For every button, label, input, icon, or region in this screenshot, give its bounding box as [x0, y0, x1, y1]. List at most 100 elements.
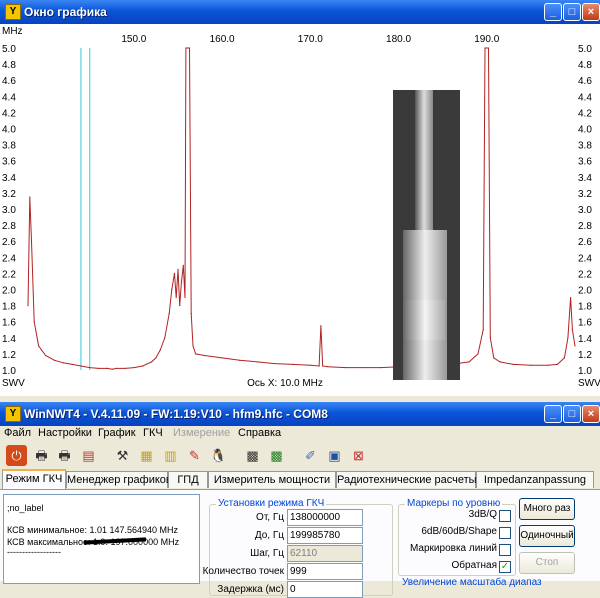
- swr-point: [221, 357, 223, 359]
- opt-3db-label: 3dB/Q: [468, 509, 497, 520]
- y-tick-right: 4.4: [578, 92, 592, 103]
- minimize-button[interactable]: _: [544, 3, 562, 21]
- y-tick-left: 2.6: [2, 237, 16, 248]
- to-input[interactable]: 199985780: [287, 527, 363, 544]
- edit-icon[interactable]: ✐: [300, 445, 321, 466]
- log-memo[interactable]: ;no_label КСВ минимальное: 1.01 147.5649…: [3, 494, 200, 584]
- swr-point: [380, 366, 382, 369]
- minimize-button[interactable]: _: [544, 405, 562, 423]
- y-tick-left: 4.4: [2, 92, 16, 103]
- menu-file[interactable]: Файл: [4, 427, 31, 439]
- swr-point: [345, 366, 347, 369]
- save-graph-icon[interactable]: ▩: [242, 445, 263, 466]
- x-tick-label: 180.0: [386, 34, 411, 45]
- sweep-icon[interactable]: ▦: [136, 445, 157, 466]
- swr-point: [29, 196, 31, 198]
- swr-point: [71, 363, 73, 365]
- tab-sweep-mode[interactable]: Режим ГКЧ: [2, 469, 66, 489]
- swr-point: [362, 366, 364, 369]
- menu-settings[interactable]: Настройки: [38, 427, 92, 439]
- opt-3db-checkbox[interactable]: [499, 510, 511, 522]
- swr-point: [37, 345, 40, 347]
- tab-graph-manager[interactable]: Менеджер графиков: [66, 471, 172, 488]
- app-icon: Y: [5, 406, 21, 422]
- from-input[interactable]: 138000000: [287, 509, 363, 526]
- menu-graph[interactable]: График: [98, 427, 136, 439]
- maximize-button[interactable]: □: [563, 405, 581, 423]
- swr-point: [89, 366, 91, 369]
- swr-point: [512, 363, 514, 365]
- y-tick-left: 3.8: [2, 141, 16, 152]
- swr-point: [155, 357, 157, 359]
- opt-reverse-checkbox[interactable]: ✓: [499, 561, 511, 573]
- tab-impedance-matching[interactable]: Impedanzanpassung: [476, 471, 594, 488]
- swr-point: [192, 345, 194, 347]
- y-tick-right: 2.8: [578, 221, 592, 232]
- x-tick-label: 190.0: [474, 34, 499, 45]
- menu-sweep[interactable]: ГКЧ: [143, 427, 163, 439]
- from-label: От, Гц: [256, 512, 284, 523]
- y-tick-left: 3.6: [2, 157, 16, 168]
- print-preview-icon[interactable]: ▤: [78, 445, 99, 466]
- probe-icon[interactable]: ✎: [184, 445, 205, 466]
- print-icon[interactable]: 🖶: [31, 445, 52, 466]
- tab-vfo[interactable]: ГПД: [168, 471, 208, 488]
- y-tick-left: 1.6: [2, 318, 16, 329]
- points-input[interactable]: 999: [287, 563, 363, 580]
- main-window-titlebar[interactable]: Y WinNWT4 - V.4.11.09 - FW:1.19:V10 - hf…: [0, 402, 600, 426]
- menu-help[interactable]: Справка: [238, 427, 281, 439]
- settings-wrench-icon[interactable]: ⚒: [112, 445, 133, 466]
- opt-6db-checkbox[interactable]: [499, 527, 511, 539]
- app-icon: Y: [5, 4, 21, 20]
- close-button[interactable]: ×: [582, 3, 600, 21]
- y-tick-left: 2.0: [2, 286, 16, 297]
- swr-point: [80, 365, 82, 367]
- swr-point: [477, 353, 479, 355]
- log-line-separator: ------------------: [7, 547, 61, 557]
- swr-point: [530, 364, 532, 366]
- y-tick-right: 4.6: [578, 76, 592, 87]
- print-setup-icon[interactable]: 🖶: [54, 445, 75, 466]
- tab-content: ;no_label КСВ минимальное: 1.01 147.5649…: [0, 489, 600, 598]
- delete-icon[interactable]: ⊠: [348, 445, 369, 466]
- swr-point: [327, 366, 329, 368]
- photo-connector: [415, 90, 433, 240]
- swr-point: [322, 365, 324, 367]
- maximize-button[interactable]: □: [563, 3, 581, 21]
- y-tick-right: 3.0: [578, 205, 592, 216]
- tab-power-meter[interactable]: Измеритель мощности: [208, 471, 336, 488]
- swr-point: [115, 367, 117, 369]
- log-line-swr-min: КСВ минимальное: 1.01 147.564940 MHz: [7, 525, 179, 535]
- swr-point: [195, 353, 197, 355]
- close-button[interactable]: ×: [582, 405, 600, 423]
- graph-area[interactable]: 5.0 5.0 4.8 4.8 4.6 4.6 4.4 4.4 4.2 4.2 4.0 4.0 3.8 3…: [0, 24, 600, 396]
- penguin-icon[interactable]: 🐧: [208, 445, 229, 466]
- single-sweep-icon[interactable]: ▥: [160, 445, 181, 466]
- swr-point: [187, 47, 189, 49]
- single-sweep-button[interactable]: Одиночный: [519, 525, 575, 547]
- multi-sweep-button[interactable]: Много раз: [519, 498, 575, 520]
- swr-point: [556, 363, 558, 365]
- unit-label: MHz: [2, 26, 23, 37]
- y-tick-left: 1.2: [2, 350, 16, 361]
- swr-point: [177, 268, 179, 270]
- graph-window-titlebar[interactable]: Y Окно графика _ □ ×: [0, 0, 600, 24]
- swr-point: [320, 325, 322, 327]
- x-tick-label: 170.0: [298, 34, 323, 45]
- load-graph-icon[interactable]: ▩: [266, 445, 287, 466]
- swr-point: [569, 296, 572, 299]
- power-icon[interactable]: ⏻: [6, 445, 27, 466]
- opt-lines-checkbox[interactable]: [499, 544, 511, 556]
- y-tick-left: 4.0: [2, 125, 16, 136]
- tab-rf-calculations[interactable]: Радиотехнические расчеты: [336, 471, 477, 488]
- swr-point: [185, 47, 187, 49]
- y-tick-left: 3.4: [2, 173, 16, 184]
- swr-point: [547, 364, 550, 366]
- delay-select[interactable]: 0: [287, 581, 363, 598]
- swr-point: [33, 321, 35, 323]
- save-icon[interactable]: ▣: [324, 445, 345, 466]
- y-tick-left: 2.2: [2, 269, 16, 280]
- x-tick-label: 160.0: [210, 34, 235, 45]
- y-tick-right: 5.0: [578, 44, 592, 55]
- swr-point: [133, 366, 135, 369]
